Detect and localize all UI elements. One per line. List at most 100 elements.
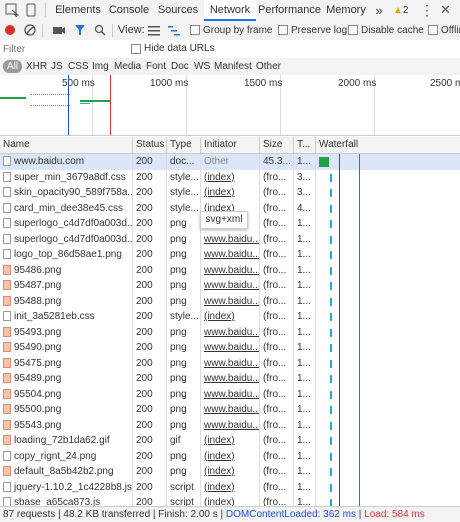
request-initiator: www.baidu... bbox=[204, 326, 260, 338]
cell-initiator[interactable]: (index) bbox=[201, 495, 260, 506]
request-row[interactable]: 95493.png 200 png www.baidu... (fro... 1... bbox=[0, 324, 460, 340]
cell-initiator[interactable]: (index) bbox=[201, 464, 260, 480]
type-css[interactable]: CSS bbox=[66, 60, 91, 73]
large-rows-icon[interactable] bbox=[148, 25, 160, 36]
cell-size: (fro... bbox=[260, 231, 294, 247]
column-waterfall[interactable]: Waterfall bbox=[316, 137, 460, 153]
request-initiator: www.baidu... bbox=[204, 233, 260, 245]
request-row[interactable]: skin_opacity90_589f758a.... 200 style... (i… bbox=[0, 185, 460, 201]
cell-initiator[interactable]: (index) bbox=[201, 448, 260, 464]
column-size[interactable]: Size bbox=[260, 137, 294, 153]
request-row[interactable]: 95490.png 200 png www.baidu... (fro... 1... bbox=[0, 340, 460, 356]
request-size: (fro... bbox=[263, 202, 287, 214]
cell-initiator[interactable]: (index) bbox=[201, 479, 260, 495]
request-row[interactable]: jquery-1.10.2_1c4228b8.js 200 script (index… bbox=[0, 479, 460, 495]
more-tabs-button[interactable]: » bbox=[372, 0, 386, 21]
request-row[interactable]: 95543.png 200 png www.baidu... (fro... 1... bbox=[0, 417, 460, 433]
type-media[interactable]: Media bbox=[112, 60, 143, 73]
inspect-element-icon[interactable] bbox=[5, 3, 19, 17]
request-row[interactable]: 95500.png 200 png www.baidu... (fro... 1... bbox=[0, 402, 460, 418]
type-manifest[interactable]: Manifest bbox=[212, 60, 254, 73]
cell-name: 95543.png bbox=[0, 417, 133, 433]
type-font[interactable]: Font bbox=[144, 60, 168, 73]
request-name: skin_opacity90_589f758a.... bbox=[14, 187, 133, 198]
tab-network[interactable]: Network bbox=[204, 0, 256, 21]
column-type[interactable]: Type bbox=[167, 137, 201, 153]
cell-initiator[interactable]: www.baidu... bbox=[201, 386, 260, 402]
request-row[interactable]: sbase_a65ca873.js 200 script (index) (fro...… bbox=[0, 495, 460, 506]
cell-initiator[interactable]: www.baidu... bbox=[201, 262, 260, 278]
cell-initiator[interactable]: www.baidu... bbox=[201, 231, 260, 247]
timeline-overview[interactable]: 500 ms 1000 ms 1500 ms 2000 ms 2500 m bbox=[0, 75, 460, 136]
column-initiator[interactable]: Initiator bbox=[201, 137, 260, 153]
cell-initiator[interactable]: (index) bbox=[201, 169, 260, 185]
cell-initiator[interactable]: www.baidu... bbox=[201, 293, 260, 309]
filter-icon[interactable] bbox=[74, 24, 86, 36]
tab-sources[interactable]: Sources bbox=[154, 0, 202, 21]
request-row[interactable]: loading_72b1da62.gif 200 gif (index) (fro...… bbox=[0, 433, 460, 449]
clear-icon[interactable] bbox=[24, 24, 36, 36]
type-ws[interactable]: WS bbox=[192, 60, 212, 73]
request-type: png bbox=[170, 233, 187, 245]
type-xhr[interactable]: XHR bbox=[24, 60, 49, 73]
request-status: 200 bbox=[136, 156, 153, 167]
cell-initiator[interactable]: www.baidu... bbox=[201, 402, 260, 418]
waterfall-view-icon[interactable] bbox=[168, 25, 180, 36]
close-icon[interactable]: ✕ bbox=[440, 2, 451, 18]
type-other[interactable]: Other bbox=[254, 60, 283, 73]
tab-elements[interactable]: Elements bbox=[52, 0, 104, 21]
type-img[interactable]: Img bbox=[90, 60, 111, 73]
type-doc[interactable]: Doc bbox=[169, 60, 191, 73]
cell-initiator[interactable]: (index) bbox=[201, 433, 260, 449]
type-js[interactable]: JS bbox=[49, 60, 65, 73]
preserve-log-checkbox[interactable] bbox=[278, 25, 288, 35]
device-toolbar-icon[interactable] bbox=[24, 3, 38, 17]
record-icon[interactable] bbox=[5, 25, 15, 35]
tab-console[interactable]: Console bbox=[106, 0, 152, 21]
request-time: 1... bbox=[297, 388, 311, 400]
tab-performance[interactable]: Performance bbox=[258, 0, 321, 21]
filter-input[interactable] bbox=[3, 42, 123, 56]
screenshot-camera-icon[interactable] bbox=[52, 24, 66, 36]
hide-data-urls-checkbox[interactable] bbox=[131, 44, 141, 54]
column-time[interactable]: T... bbox=[294, 137, 316, 153]
group-by-frame-checkbox[interactable] bbox=[190, 25, 200, 35]
request-row[interactable]: 95489.png 200 png www.baidu... (fro... 1... bbox=[0, 371, 460, 387]
type-all[interactable]: All bbox=[3, 60, 23, 73]
search-icon[interactable] bbox=[94, 24, 106, 36]
request-row[interactable]: 95487.png 200 png www.baidu... (fro... 1... bbox=[0, 278, 460, 294]
cell-size: (fro... bbox=[260, 340, 294, 356]
cell-name: 95475.png bbox=[0, 355, 133, 371]
cell-initiator[interactable]: (index) bbox=[201, 309, 260, 325]
column-status[interactable]: Status bbox=[133, 137, 167, 153]
request-size: (fro... bbox=[263, 326, 287, 338]
request-row[interactable]: init_3a5281eb.css 200 style... (index) (fro.… bbox=[0, 309, 460, 325]
request-row[interactable]: 95486.png 200 png www.baidu... (fro... 1... bbox=[0, 262, 460, 278]
warnings-indicator[interactable]: ▲2 bbox=[393, 4, 408, 17]
column-name[interactable]: Name bbox=[0, 137, 133, 153]
request-row[interactable]: www.baidu.com 200 doc... Other 45.3... 1... bbox=[0, 154, 460, 170]
request-row[interactable]: 95475.png 200 png www.baidu... (fro... 1... bbox=[0, 355, 460, 371]
image-file-icon bbox=[3, 295, 11, 306]
cell-initiator[interactable]: www.baidu... bbox=[201, 340, 260, 356]
request-row[interactable]: superlogo_c4d7df0a003d... 200 png www.baidu… bbox=[0, 231, 460, 247]
request-name: www.baidu.com bbox=[14, 156, 85, 167]
disable-cache-checkbox[interactable] bbox=[348, 25, 358, 35]
cell-initiator[interactable]: www.baidu... bbox=[201, 417, 260, 433]
request-row[interactable]: logo_top_86d58ae1.png 200 png www.baidu...(… bbox=[0, 247, 460, 263]
cell-initiator[interactable]: www.baidu... bbox=[201, 355, 260, 371]
cell-initiator[interactable]: www.baidu... bbox=[201, 247, 260, 263]
cell-initiator[interactable]: www.baidu... bbox=[201, 278, 260, 294]
request-type: png bbox=[170, 404, 187, 415]
request-row[interactable]: default_8a5b42b2.png 200 png (index) (fro...… bbox=[0, 464, 460, 480]
request-row[interactable]: super_min_3679a8df.css 200 style... (index)… bbox=[0, 169, 460, 185]
cell-initiator[interactable]: (index) bbox=[201, 185, 260, 201]
request-row[interactable]: 95504.png 200 png www.baidu... (fro... 1... bbox=[0, 386, 460, 402]
cell-initiator[interactable]: www.baidu... bbox=[201, 371, 260, 387]
tab-memory[interactable]: Memory bbox=[324, 0, 368, 21]
request-row[interactable]: copy_rignt_24.png 200 png (index) (fro... 1..… bbox=[0, 448, 460, 464]
request-row[interactable]: 95488.png 200 png www.baidu... (fro... 1... bbox=[0, 293, 460, 309]
offline-checkbox[interactable] bbox=[428, 25, 438, 35]
settings-menu-icon[interactable]: ⋮ bbox=[420, 2, 434, 18]
cell-initiator[interactable]: www.baidu... bbox=[201, 324, 260, 340]
